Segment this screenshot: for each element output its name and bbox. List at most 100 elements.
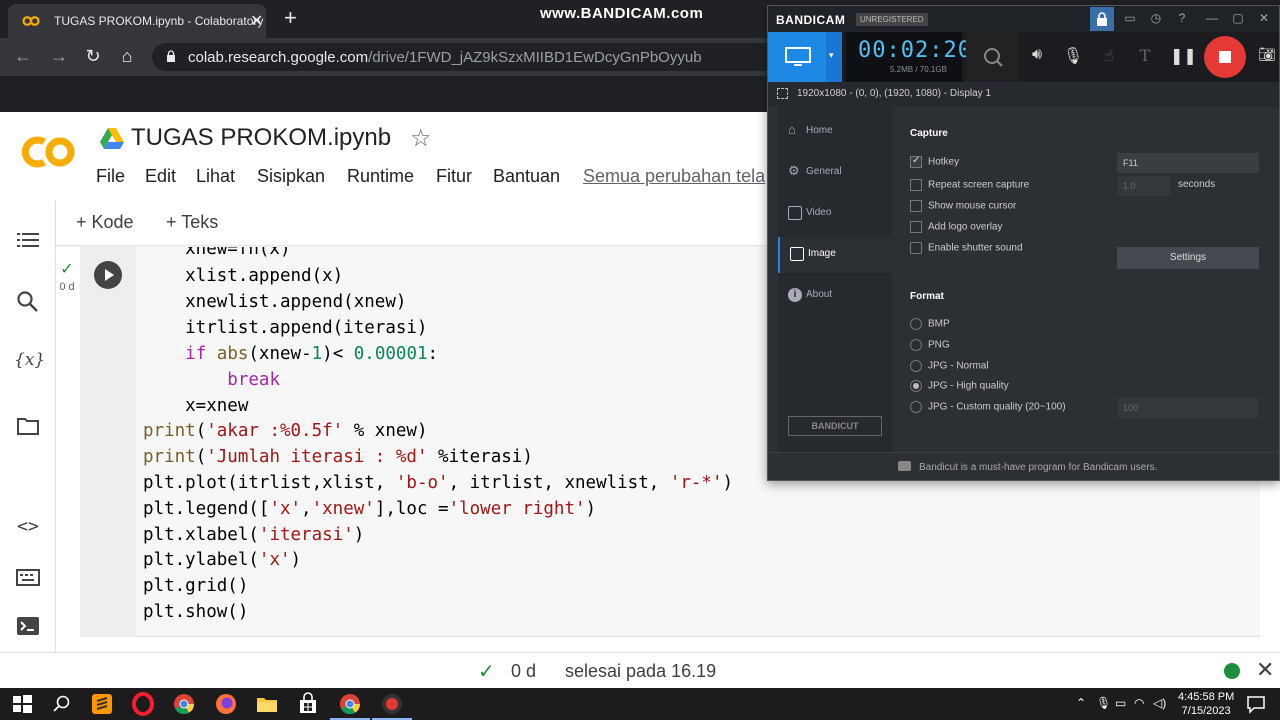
microsoft-store-icon[interactable] [296, 692, 320, 716]
folder-icon[interactable]: ▭ [1122, 11, 1138, 27]
menu-tools[interactable]: Fitur [436, 166, 472, 187]
notebook-title[interactable]: TUGAS PROKOM.ipynb [131, 124, 391, 152]
bandicut-button[interactable]: BANDICUT [788, 416, 882, 436]
browser-tab[interactable]: TUGAS PROKOM.ipynb - Colaboratory ✕ [8, 4, 266, 38]
nav-image[interactable]: Image [778, 237, 892, 273]
bandicam-icon[interactable] [380, 692, 404, 716]
close-icon[interactable]: ✕ [1256, 11, 1272, 27]
logo-overlay-checkbox[interactable] [910, 221, 922, 233]
opera-icon[interactable] [131, 692, 155, 716]
windows-start-icon[interactable] [10, 692, 34, 716]
firefox-icon[interactable] [214, 692, 238, 716]
chrome-icon[interactable] [172, 692, 196, 716]
settings-button[interactable]: Settings [1117, 247, 1259, 269]
nav-about[interactable]: i About [778, 278, 892, 314]
footer-message[interactable]: Bandicut is a must-have program for Band… [919, 462, 1157, 473]
google-drive-icon[interactable] [100, 128, 124, 150]
battery-icon[interactable]: ▭ [1115, 696, 1126, 710]
microphone-icon[interactable]: 🎙 [1096, 696, 1111, 710]
screenshot-camera-icon[interactable]: 📷︎ [1256, 46, 1278, 68]
search-icon[interactable] [14, 288, 42, 316]
radio-jpg-high[interactable] [910, 380, 922, 392]
tab-close-icon[interactable]: ✕ [250, 11, 263, 31]
hotkey-checkbox[interactable]: ✓ [910, 155, 922, 168]
star-icon[interactable]: ☆ [410, 124, 432, 153]
help-icon[interactable]: ? [1174, 11, 1190, 27]
nav-general[interactable]: ⚙ General [778, 155, 892, 191]
format-option-jpg-high[interactable]: JPG - High quality [910, 380, 1009, 392]
lock-button[interactable] [1090, 7, 1114, 31]
nav-home[interactable]: ⌂ Home [778, 114, 892, 150]
pause-icon[interactable]: ❚❚ [1170, 46, 1197, 68]
text-overlay-icon[interactable]: T [1134, 46, 1156, 68]
table-of-contents-icon[interactable] [14, 226, 42, 254]
command-palette-icon[interactable] [14, 564, 42, 592]
radio-jpg-normal[interactable] [910, 360, 922, 372]
mouse-click-icon[interactable]: ☝︎ [1098, 46, 1120, 68]
selection-area-icon[interactable] [777, 88, 788, 99]
maximize-icon[interactable]: ▢ [1230, 11, 1246, 27]
repeat-capture-row[interactable]: Repeat screen capture [910, 179, 1029, 191]
menu-insert[interactable]: Sisipkan [257, 166, 325, 187]
files-folder-icon[interactable] [14, 412, 42, 440]
mouse-cursor-row[interactable]: Show mouse cursor [910, 200, 1016, 212]
menu-view[interactable]: Lihat [196, 166, 235, 187]
colab-logo-icon[interactable] [18, 132, 78, 172]
microphone-icon[interactable]: 🎙︎ [1062, 46, 1084, 68]
tab-title: TUGAS PROKOM.ipynb - Colaboratory [54, 14, 264, 28]
radio-jpg-custom[interactable] [910, 401, 922, 413]
terminal-icon[interactable] [14, 612, 42, 640]
shutter-sound-checkbox[interactable] [910, 242, 922, 254]
webcam-button[interactable] [966, 32, 1018, 82]
file-explorer-icon[interactable] [255, 692, 279, 716]
taskbar-clock[interactable]: 4:45:58 PM 7/15/2023 [1178, 690, 1234, 718]
mode-dropdown-button[interactable]: ▾ [826, 32, 842, 82]
clock-icon[interactable]: ◷ [1148, 11, 1164, 27]
hotkey-input[interactable]: F11 [1117, 153, 1259, 173]
code-line: xnewlist.append(xnew) [143, 292, 407, 312]
sublime-text-icon[interactable] [90, 692, 114, 716]
home-icon[interactable]: ⌂ [116, 46, 138, 67]
menu-file[interactable]: File [96, 166, 125, 187]
format-option-jpg-custom[interactable]: JPG - Custom quality (20~100) [910, 401, 1066, 413]
menu-runtime[interactable]: Runtime [347, 166, 414, 187]
run-cell-button[interactable] [94, 261, 122, 289]
wifi-icon[interactable]: ◠ [1134, 696, 1144, 710]
volume-icon[interactable]: ◁) [1153, 696, 1166, 710]
radio-png[interactable] [910, 339, 922, 351]
stop-recording-button[interactable] [1204, 36, 1246, 78]
format-option-jpg-normal[interactable]: JPG - Normal [910, 360, 989, 372]
menu-edit[interactable]: Edit [145, 166, 176, 187]
menu-help[interactable]: Bantuan [493, 166, 560, 187]
radio-bmp[interactable] [910, 318, 922, 330]
add-text-button[interactable]: + Teks [166, 212, 218, 233]
mouse-cursor-checkbox[interactable] [910, 200, 922, 212]
format-option-bmp[interactable]: BMP [910, 318, 950, 330]
variables-icon[interactable]: {x} [14, 350, 45, 378]
hotkey-checkbox-row[interactable]: ✓ Hotkey [910, 155, 959, 168]
notifications-icon[interactable] [1244, 692, 1268, 716]
minimize-icon[interactable]: — [1204, 11, 1220, 27]
code-snippets-icon[interactable]: <> [14, 516, 42, 544]
jpg-quality-input[interactable]: 100 [1117, 398, 1259, 418]
nav-video[interactable]: Video [778, 196, 892, 232]
logo-overlay-row[interactable]: Add logo overlay [910, 221, 1003, 233]
repeat-capture-checkbox[interactable] [910, 179, 922, 191]
runtime-connected-indicator[interactable] [1224, 663, 1240, 679]
chrome-icon[interactable] [338, 692, 362, 716]
speaker-icon[interactable]: 🔊︎ [1026, 46, 1048, 68]
new-tab-icon[interactable]: + [284, 5, 297, 31]
repeat-interval-input[interactable]: 1.0 [1117, 176, 1171, 196]
search-icon[interactable] [50, 692, 74, 716]
close-status-icon[interactable]: ✕ [1256, 657, 1274, 683]
forward-icon[interactable]: → [48, 46, 70, 67]
status-message[interactable]: selesai pada 16.19 [565, 661, 716, 682]
reload-icon[interactable]: ↻ [82, 46, 104, 67]
format-option-png[interactable]: PNG [910, 339, 950, 351]
shutter-sound-row[interactable]: Enable shutter sound [910, 242, 1023, 254]
url-input[interactable]: colab.research.google.com/drive/1FWD_jAZ… [152, 43, 782, 71]
show-hidden-icons-icon[interactable]: ⌃ [1076, 696, 1086, 710]
back-icon[interactable]: ← [12, 46, 34, 67]
save-status[interactable]: Semua perubahan tela [583, 166, 765, 187]
add-code-button[interactable]: + Kode [76, 212, 134, 233]
